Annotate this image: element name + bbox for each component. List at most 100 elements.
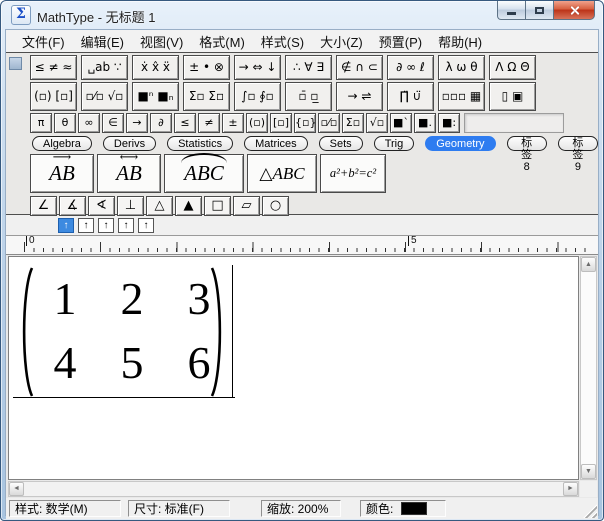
- menu-item[interactable]: 编辑(E): [73, 30, 132, 53]
- symbol-palette-button[interactable]: ∉ ∩ ⊂: [336, 55, 383, 80]
- geometry-symbol-button[interactable]: ∠: [30, 196, 57, 216]
- scroll-left-icon[interactable]: ◄: [9, 482, 24, 496]
- title-bar[interactable]: Σ MathType - 无标题 1: [1, 1, 603, 29]
- small-bar-button[interactable]: {▫}: [294, 113, 316, 133]
- small-bar-button[interactable]: [▫]: [270, 113, 292, 133]
- geometry-symbol-button[interactable]: ▱: [233, 196, 260, 216]
- tabstop-button[interactable]: ↑: [118, 217, 134, 233]
- palette-tab[interactable]: Matrices: [244, 136, 308, 151]
- palette-tab[interactable]: Sets: [318, 136, 363, 151]
- small-bar-button[interactable]: ▫⁄▫: [318, 113, 340, 133]
- palette-tab[interactable]: Trig: [373, 136, 415, 151]
- geometry-symbol-row: ∠ ∡ ∢ ⊥ △ ▲ □ ▱ ○: [30, 196, 598, 216]
- tabstop-button[interactable]: ↑: [138, 217, 154, 233]
- palette-tab[interactable]: 标签 9: [557, 136, 598, 173]
- resize-grip[interactable]: [583, 504, 597, 518]
- symbol-palette-button[interactable]: → ⇔ ↓: [234, 55, 281, 80]
- small-bar-button[interactable]: ∈: [102, 113, 124, 133]
- geometry-expression-button[interactable]: △ABC: [247, 154, 317, 193]
- menu-item[interactable]: 样式(S): [253, 30, 312, 53]
- menu-item[interactable]: 视图(V): [132, 30, 191, 53]
- status-size[interactable]: 尺寸: 标准(F): [128, 500, 230, 517]
- symbol-palette-button[interactable]: ∂ ∞ ℓ: [387, 55, 434, 80]
- scroll-right-icon[interactable]: ►: [563, 482, 578, 496]
- small-bar-button[interactable]: √▫: [366, 113, 388, 133]
- geometry-symbol-button[interactable]: △: [146, 196, 173, 216]
- scroll-down-icon[interactable]: ▼: [581, 464, 596, 479]
- template-palette-button[interactable]: ▫⁄▫ √▫: [81, 82, 128, 111]
- scroll-up-icon[interactable]: ▲: [581, 257, 596, 272]
- tabstop-button[interactable]: ↑: [58, 217, 74, 233]
- symbol-palette-button[interactable]: Λ Ω Θ: [489, 55, 536, 80]
- template-palette-button[interactable]: ■ⁿ ■ₙ: [132, 82, 179, 111]
- geometry-symbol-button[interactable]: ⊥: [117, 196, 144, 216]
- small-bar-button[interactable]: Σ▫: [342, 113, 364, 133]
- symbol-palette-button[interactable]: ± • ⊗: [183, 55, 230, 80]
- symbol-palette-button[interactable]: ẋ x̂ ẍ: [132, 55, 179, 80]
- work-area: 1 2 3 4 5 6 ▲ ▼ ◄ ►: [6, 255, 598, 498]
- window-controls: [497, 1, 595, 20]
- app-icon-sigma: Σ: [11, 5, 31, 25]
- geometry-expression-button[interactable]: AB: [97, 154, 161, 193]
- close-button[interactable]: [553, 1, 595, 20]
- small-bar-button[interactable]: ■:: [438, 113, 460, 133]
- symbol-palette-button[interactable]: ≤ ≠ ≈: [30, 55, 77, 80]
- geometry-expression-button[interactable]: ABC: [164, 153, 244, 193]
- vertical-scrollbar[interactable]: ▲ ▼: [580, 256, 597, 480]
- palette-tab[interactable]: Statistics: [167, 136, 234, 151]
- close-icon: [569, 5, 580, 16]
- small-bar-button[interactable]: (▫): [246, 113, 268, 133]
- geometry-expression-button[interactable]: a²+b²=c²: [320, 154, 386, 193]
- symbol-palette-button[interactable]: ␣ab ∵: [81, 55, 128, 80]
- equation-canvas[interactable]: 1 2 3 4 5 6: [8, 256, 579, 480]
- status-bar: 样式: 数学(M) 尺寸: 标准(F) 缩放: 200% 颜色:: [6, 498, 598, 519]
- small-bar-button[interactable]: ≠: [198, 113, 220, 133]
- small-bar-button[interactable]: →: [126, 113, 148, 133]
- geometry-symbol-button[interactable]: ∢: [88, 196, 115, 216]
- palette-tab[interactable]: 标签 8: [506, 136, 547, 173]
- template-palette-button[interactable]: ▫▫▫ ▦: [438, 82, 485, 111]
- template-palette-button[interactable]: ∫▫ ∮▫: [234, 82, 281, 111]
- menu-item[interactable]: 文件(F): [14, 30, 73, 53]
- insertion-line-horizontal: [13, 397, 235, 398]
- geometry-symbol-button[interactable]: ○: [262, 196, 289, 216]
- tabstop-button[interactable]: ↑: [98, 217, 114, 233]
- small-bar-button[interactable]: ■.: [414, 113, 436, 133]
- small-bar-button[interactable]: ±: [222, 113, 244, 133]
- template-palette-button[interactable]: ∏̈ ∪̈: [387, 82, 434, 111]
- geometry-symbol-button[interactable]: □: [204, 196, 231, 216]
- symbol-palette-button[interactable]: λ ω θ: [438, 55, 485, 80]
- template-palette-button[interactable]: ▫̄ ▫̲: [285, 82, 332, 111]
- small-bar-button[interactable]: ∂: [150, 113, 172, 133]
- status-color[interactable]: 颜色:: [360, 500, 446, 517]
- template-palette-button[interactable]: Σ▫ Σ▫: [183, 82, 230, 111]
- template-palette-button[interactable]: ▯ ▣: [489, 82, 536, 111]
- menu-item[interactable]: 帮助(H): [430, 30, 490, 53]
- geometry-symbol-button[interactable]: ▲: [175, 196, 202, 216]
- palette-tab[interactable]: Geometry: [425, 136, 496, 151]
- matrix-expression[interactable]: 1 2 3 4 5 6: [13, 263, 239, 403]
- small-bar-button[interactable]: ■`: [390, 113, 412, 133]
- small-bar-button[interactable]: ∞: [78, 113, 100, 133]
- menu-item[interactable]: 预置(P): [371, 30, 430, 53]
- geometry-expression-button[interactable]: AB: [30, 154, 94, 193]
- status-zoom[interactable]: 缩放: 200%: [261, 500, 341, 517]
- geometry-symbol-button[interactable]: ∡: [59, 196, 86, 216]
- ruler[interactable]: 0 5: [6, 236, 598, 255]
- mathtype-window: Σ MathType - 无标题 1 文件(F) 编辑(E) 视图(V) 格式(M) 样…: [0, 0, 604, 521]
- tabstop-button[interactable]: ↑: [78, 217, 94, 233]
- maximize-button[interactable]: [526, 1, 553, 20]
- status-style[interactable]: 样式: 数学(M): [9, 500, 121, 517]
- toolbar-grip[interactable]: [9, 57, 22, 70]
- minimize-button[interactable]: [497, 1, 526, 20]
- template-palette-button[interactable]: → ⇌: [336, 82, 383, 111]
- small-bar-button[interactable]: θ: [54, 113, 76, 133]
- horizontal-scrollbar[interactable]: ◄ ►: [8, 481, 579, 497]
- menu-item[interactable]: 格式(M): [191, 30, 253, 53]
- menu-item[interactable]: 大小(Z): [312, 30, 371, 53]
- small-symbol-bar: π θ ∞ ∈ → ∂ ≤ ≠ ± (▫) [▫] {▫} ▫⁄▫ Σ▫ √▫ ■` ■. ■:: [30, 113, 598, 133]
- small-bar-button[interactable]: π: [30, 113, 52, 133]
- small-bar-button[interactable]: ≤: [174, 113, 196, 133]
- template-palette-button[interactable]: (▫) [▫]: [30, 82, 77, 111]
- symbol-palette-button[interactable]: ∴ ∀ ∃: [285, 55, 332, 80]
